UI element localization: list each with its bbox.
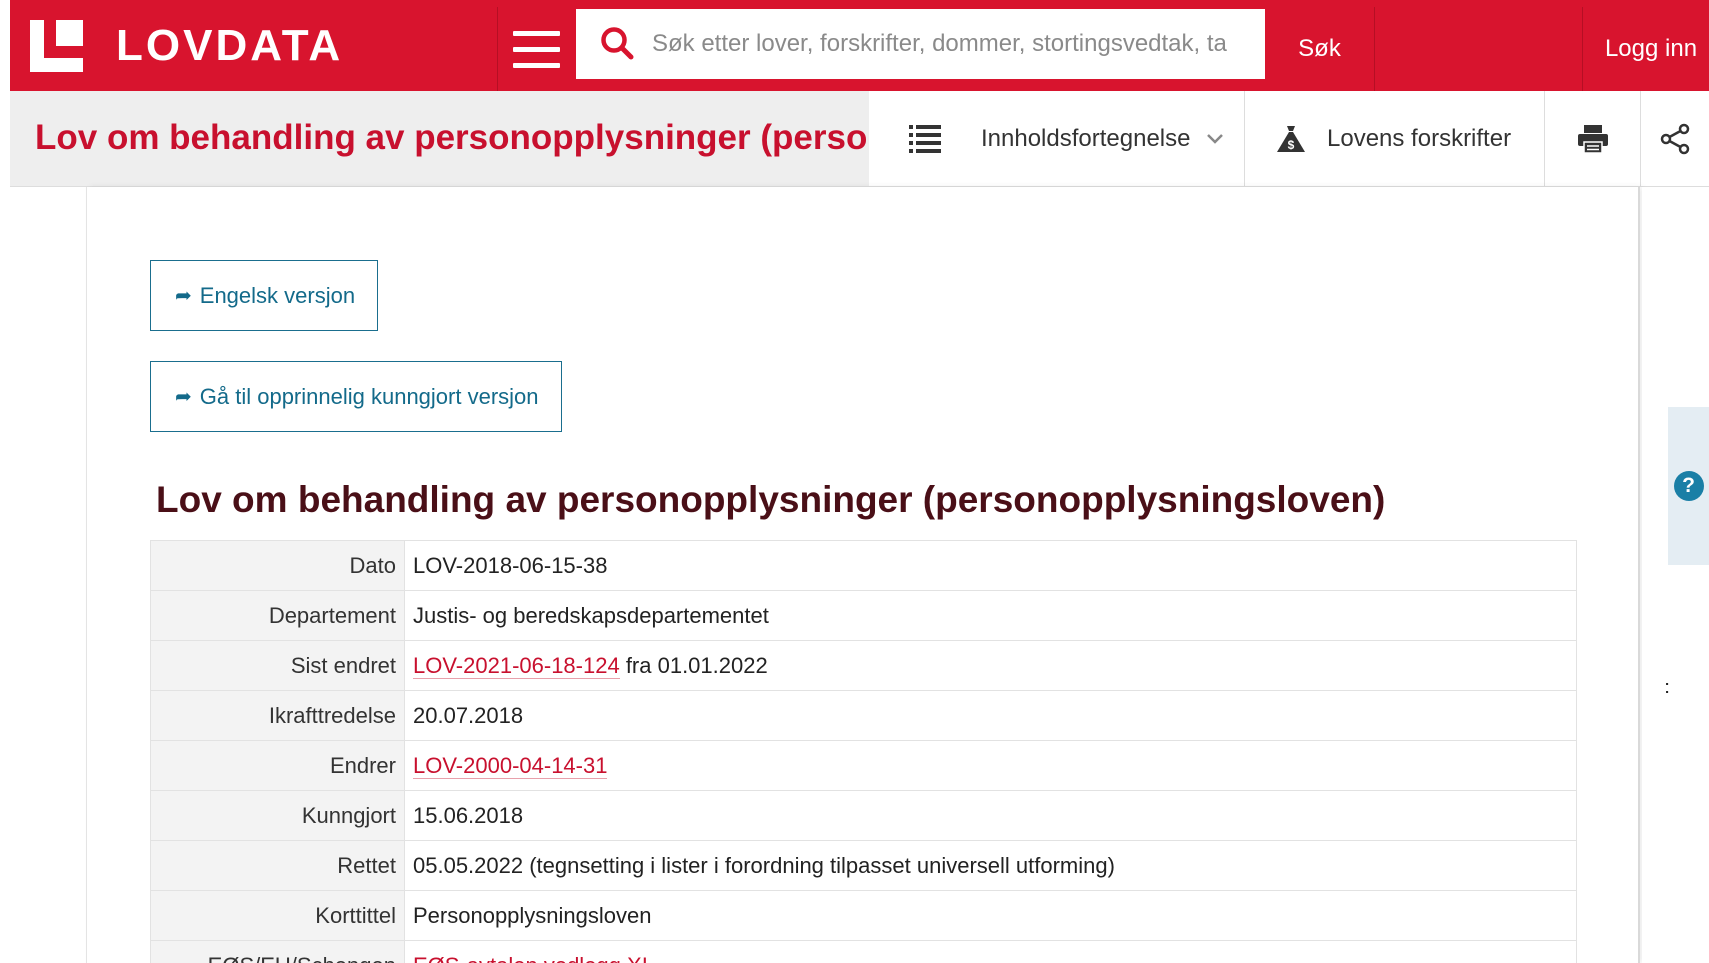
meta-key: Kunngjort	[150, 790, 405, 841]
table-row: Dato LOV-2018-06-15-38	[150, 540, 1577, 591]
search-button[interactable]: Søk	[1265, 7, 1375, 91]
login-button[interactable]: Logg inn	[1582, 7, 1709, 91]
arrow-right-icon: ➦	[175, 386, 192, 408]
print-button[interactable]	[1545, 91, 1641, 186]
table-row: Rettet 05.05.2022 (tegnsetting i lister …	[150, 840, 1577, 891]
document-toolbar: Innholdsfortegnelse $ Lovens forskrifter	[869, 91, 1709, 186]
meta-key: Endrer	[150, 740, 405, 791]
logo-mark-icon	[30, 20, 83, 72]
meta-value: Personopplysningsloven	[404, 890, 1577, 941]
document-titlebar: Lov om behandling av personopplysninger …	[10, 91, 1709, 187]
meta-value: LOV-2000-04-14-31	[404, 740, 1577, 791]
original-version-label: Gå til opprinnelig kunngjort versjon	[199, 383, 539, 409]
eea-link[interactable]: EØS-avtalen vedlegg XI	[413, 952, 648, 963]
table-of-contents-button[interactable]: Innholdsfortegnelse	[869, 91, 1245, 186]
meta-key: Korttittel	[150, 890, 405, 941]
lovdata-logo[interactable]: LOVDATA	[30, 20, 343, 72]
menu-icon-line	[513, 30, 560, 36]
amended-law-link[interactable]: LOV-2000-04-14-31	[413, 752, 608, 779]
original-version-link[interactable]: ➦ Gå til opprinnelig kunngjort versjon	[150, 361, 562, 432]
meta-value: LOV-2018-06-15-38	[404, 540, 1577, 591]
table-row: Endrer LOV-2000-04-14-31	[150, 740, 1577, 791]
english-version-label: Engelsk versjon	[199, 282, 356, 308]
table-row: Departement Justis- og beredskapsdeparte…	[150, 590, 1577, 641]
law-title: Lov om behandling av personopplysninger …	[156, 479, 1386, 520]
arrow-right-icon: ➦	[175, 285, 192, 307]
table-row: Sist endret LOV-2021-06-18-124 fra 01.01…	[150, 640, 1577, 691]
menu-icon-line	[513, 62, 560, 68]
page-title: Lov om behandling av personopplysninger …	[35, 118, 869, 157]
table-row: EØS/EU/Schengen EØS-avtalen vedlegg XI	[150, 940, 1577, 963]
money-bag-icon: $	[1277, 125, 1305, 152]
search-box	[576, 9, 1265, 79]
menu-button[interactable]	[497, 7, 575, 91]
meta-value: 15.06.2018	[404, 790, 1577, 841]
scroll-handle-icon[interactable]: ⠅	[1664, 682, 1674, 696]
share-button[interactable]	[1641, 91, 1709, 186]
chevron-down-icon	[1207, 133, 1224, 144]
amending-law-link[interactable]: LOV-2021-06-18-124	[413, 652, 620, 679]
right-gutter	[1642, 187, 1709, 963]
regulations-button[interactable]: $ Lovens forskrifter	[1245, 91, 1545, 186]
metadata-table: Dato LOV-2018-06-15-38 Departement Justi…	[150, 540, 1577, 963]
meta-key: Rettet	[150, 840, 405, 891]
help-icon: ?	[1673, 471, 1704, 501]
left-margin	[10, 187, 87, 963]
meta-key: Departement	[150, 590, 405, 641]
meta-value: LOV-2021-06-18-124 fra 01.01.2022	[404, 640, 1577, 691]
table-row: Kunngjort 15.06.2018	[150, 790, 1577, 841]
svg-text:$: $	[1288, 138, 1295, 152]
table-row: Ikrafttredelse 20.07.2018	[150, 690, 1577, 741]
regulations-label: Lovens forskrifter	[1327, 124, 1512, 152]
meta-key: Ikrafttredelse	[150, 690, 405, 741]
meta-value: EØS-avtalen vedlegg XI	[404, 940, 1577, 963]
meta-value: 20.07.2018	[404, 690, 1577, 741]
amendment-date-text: fra 01.01.2022	[619, 652, 768, 678]
toc-label: Innholdsfortegnelse	[981, 124, 1191, 152]
meta-value: 05.05.2022 (tegnsetting i lister i foror…	[404, 840, 1577, 891]
logo-text: LOVDATA	[116, 21, 344, 70]
search-input[interactable]	[652, 24, 1262, 64]
menu-icon-line	[513, 46, 560, 52]
english-version-link[interactable]: ➦ Engelsk versjon	[150, 260, 379, 331]
help-tab[interactable]: ?	[1668, 407, 1709, 565]
header-bar: LOVDATA Søk Logg inn	[10, 0, 1709, 91]
printer-icon	[1577, 124, 1608, 154]
table-row: Korttittel Personopplysningsloven	[150, 890, 1577, 941]
search-icon[interactable]	[598, 24, 638, 64]
meta-key: EØS/EU/Schengen	[150, 940, 405, 963]
list-icon	[909, 124, 941, 153]
meta-key: Sist endret	[150, 640, 405, 691]
share-icon	[1660, 123, 1690, 154]
meta-key: Dato	[150, 540, 405, 591]
meta-value: Justis- og beredskapsdepartementet	[404, 590, 1577, 641]
